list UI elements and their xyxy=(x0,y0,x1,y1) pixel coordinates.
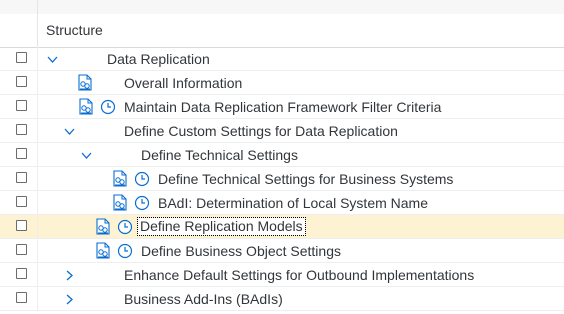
column-separator xyxy=(37,167,38,190)
column-separator xyxy=(37,287,38,310)
tree-row-business-object-settings[interactable]: Define Business Object Settings xyxy=(0,239,564,263)
column-separator xyxy=(37,71,38,94)
document-icon[interactable] xyxy=(95,242,111,259)
row-select-checkbox[interactable] xyxy=(16,124,27,135)
chevron-right-icon[interactable] xyxy=(64,270,75,281)
clock-icon[interactable] xyxy=(134,194,150,211)
clock-icon[interactable] xyxy=(100,98,116,115)
document-icon[interactable] xyxy=(95,218,111,235)
node-label[interactable]: Data Replication xyxy=(107,51,210,67)
column-separator xyxy=(37,143,38,166)
header-strip xyxy=(0,0,564,14)
node-label[interactable]: Overall Information xyxy=(124,75,242,91)
tree-row-data-replication[interactable]: Data Replication xyxy=(0,47,564,71)
tree-row-enhance-default-settings[interactable]: Enhance Default Settings for Outbound Im… xyxy=(0,263,564,287)
tree-row-overall-information[interactable]: Overall Information xyxy=(0,71,564,95)
row-select-checkbox[interactable] xyxy=(16,148,27,159)
document-icon[interactable] xyxy=(77,74,93,91)
column-header-structure[interactable]: Structure xyxy=(46,22,103,38)
node-label[interactable]: Enhance Default Settings for Outbound Im… xyxy=(124,267,474,283)
chevron-right-icon[interactable] xyxy=(64,294,75,305)
node-label[interactable]: Define Business Object Settings xyxy=(141,243,341,259)
node-label[interactable]: Business Add-Ins (BAdIs) xyxy=(124,291,283,307)
chevron-down-icon[interactable] xyxy=(81,150,92,161)
node-label[interactable]: Define Replication Models xyxy=(137,217,306,236)
document-icon[interactable] xyxy=(112,170,128,187)
clock-icon[interactable] xyxy=(134,170,150,187)
row-select-checkbox[interactable] xyxy=(16,76,27,87)
document-icon[interactable] xyxy=(78,98,94,115)
column-separator xyxy=(37,215,38,238)
row-select-checkbox[interactable] xyxy=(16,292,27,303)
node-label[interactable]: Define Technical Settings for Business S… xyxy=(158,171,453,187)
clock-icon[interactable] xyxy=(117,218,133,235)
row-select-checkbox[interactable] xyxy=(16,244,27,255)
tree-row-technical-settings[interactable]: Define Technical Settings xyxy=(0,143,564,167)
node-label[interactable]: Maintain Data Replication Framework Filt… xyxy=(124,99,441,115)
column-separator xyxy=(37,239,38,262)
document-icon[interactable] xyxy=(112,194,128,211)
column-separator xyxy=(37,119,38,142)
row-select-checkbox[interactable] xyxy=(16,172,27,183)
column-separator xyxy=(37,0,38,47)
clock-icon[interactable] xyxy=(117,242,133,259)
row-select-checkbox[interactable] xyxy=(16,268,27,279)
column-separator xyxy=(37,191,38,214)
tree-row-define-replication-models[interactable]: Define Replication Models xyxy=(0,215,564,239)
tree-row-badi-local-system-name[interactable]: BAdI: Determination of Local System Name xyxy=(0,191,564,215)
row-select-checkbox[interactable] xyxy=(16,100,27,111)
row-select-checkbox[interactable] xyxy=(16,220,27,231)
row-select-checkbox[interactable] xyxy=(16,52,27,63)
tree-header: Structure xyxy=(0,0,564,48)
column-separator xyxy=(37,263,38,286)
node-label[interactable]: BAdI: Determination of Local System Name xyxy=(158,195,428,211)
row-select-checkbox[interactable] xyxy=(16,196,27,207)
node-label[interactable]: Define Custom Settings for Data Replicat… xyxy=(124,123,398,139)
chevron-down-icon[interactable] xyxy=(64,126,75,137)
tree-row-custom-settings[interactable]: Define Custom Settings for Data Replicat… xyxy=(0,119,564,143)
column-separator xyxy=(37,95,38,118)
structure-tree: Structure Data Replication Overall Infor… xyxy=(0,0,564,314)
chevron-down-icon[interactable] xyxy=(47,54,58,65)
tree-row-tech-settings-business-systems[interactable]: Define Technical Settings for Business S… xyxy=(0,167,564,191)
column-separator xyxy=(37,47,38,70)
tree-row-maintain-filter-criteria[interactable]: Maintain Data Replication Framework Filt… xyxy=(0,95,564,119)
tree-row-business-add-ins[interactable]: Business Add-Ins (BAdIs) xyxy=(0,287,564,311)
node-label[interactable]: Define Technical Settings xyxy=(141,147,298,163)
